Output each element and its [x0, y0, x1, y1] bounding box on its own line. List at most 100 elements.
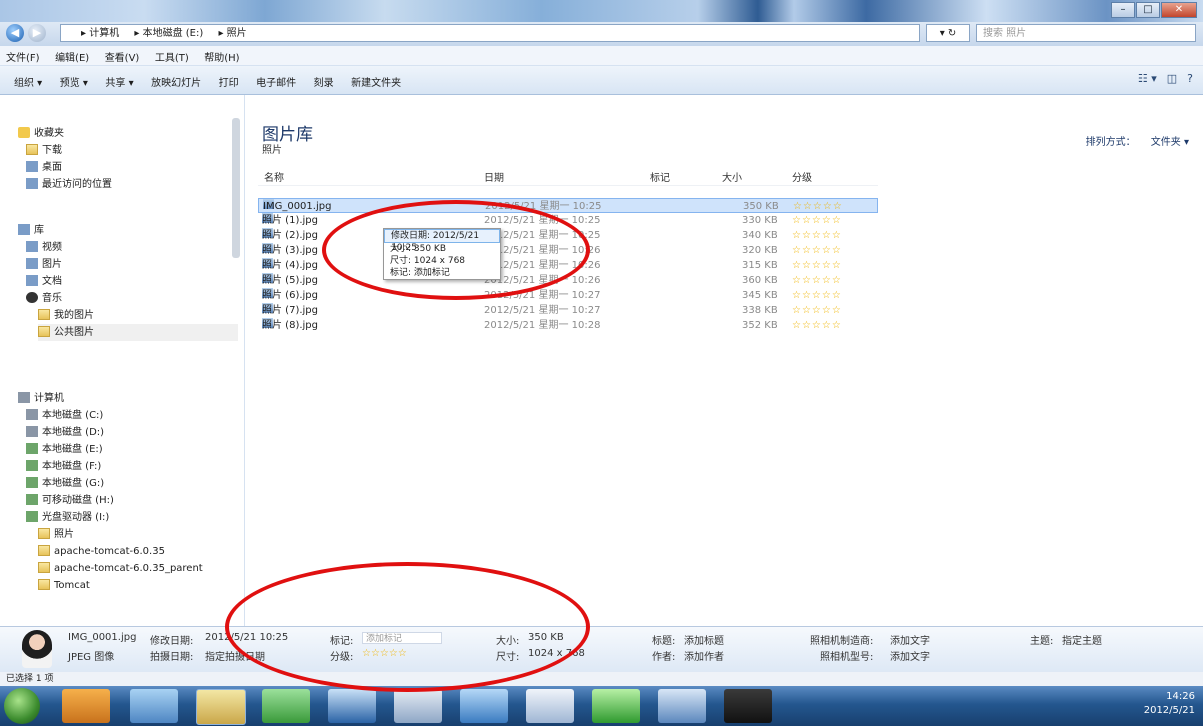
- taskbar-app-paint[interactable]: [526, 689, 574, 723]
- nav-libraries[interactable]: 库: [18, 222, 44, 239]
- file-name-text: IMG_0001.jpg: [263, 201, 332, 212]
- details-title-value[interactable]: 添加标题: [684, 632, 724, 647]
- system-tray[interactable]: 14:26 2012/5/21: [1144, 690, 1195, 718]
- help-icon[interactable]: ?: [1187, 72, 1193, 85]
- folder-icon: [38, 326, 50, 337]
- menu-tools[interactable]: 工具(T): [149, 46, 195, 64]
- taskbar-app-explorer[interactable]: [196, 689, 246, 725]
- organize-button[interactable]: 组织 ▾: [14, 74, 42, 89]
- file-rating[interactable]: ☆☆☆☆☆: [792, 303, 842, 318]
- file-rating[interactable]: ☆☆☆☆☆: [792, 213, 842, 228]
- back-icon[interactable]: ◀: [6, 24, 24, 42]
- file-rating[interactable]: ☆☆☆☆☆: [792, 273, 842, 288]
- taskbar-app-ie[interactable]: [62, 689, 110, 723]
- address-input[interactable]: ▸ 计算机 ▸ 本地磁盘 (E:) ▸ 照片: [60, 24, 920, 42]
- print-button[interactable]: 打印: [219, 74, 239, 89]
- menu-edit[interactable]: 编辑(E): [49, 46, 95, 64]
- file-date: 2012/5/21 星期一 10:27: [484, 305, 601, 316]
- taskbar-app-blue[interactable]: [328, 689, 376, 723]
- column-size[interactable]: 大小: [722, 169, 742, 184]
- file-size: 320 KB: [742, 245, 778, 256]
- nav-drive-d[interactable]: 本地磁盘 (D:): [26, 424, 104, 441]
- file-rating[interactable]: ☆☆☆☆☆: [793, 199, 843, 214]
- burn-button[interactable]: 刻录: [314, 74, 334, 89]
- taskbar-app-chat[interactable]: [592, 689, 640, 723]
- nav-drive-g[interactable]: 本地磁盘 (G:): [26, 475, 104, 492]
- column-name[interactable]: 名称: [264, 169, 284, 184]
- nav-pictures[interactable]: 图片: [26, 256, 62, 273]
- file-rating[interactable]: ☆☆☆☆☆: [792, 258, 842, 273]
- refresh-button[interactable]: ▾ ↻: [926, 24, 970, 42]
- nav-desktop[interactable]: 桌面: [26, 159, 62, 176]
- file-row[interactable]: 照片 (8).jpg 2012/5/21 星期一 10:28 352 KB ☆☆☆☆☆: [258, 318, 878, 333]
- nav-drive-e[interactable]: 本地磁盘 (E:): [26, 441, 103, 458]
- file-rating[interactable]: ☆☆☆☆☆: [792, 243, 842, 258]
- minimize-button[interactable]: –: [1111, 2, 1135, 18]
- details-filetype: JPEG 图像: [68, 652, 115, 663]
- menu-file[interactable]: 文件(F): [0, 46, 46, 64]
- nav-downloads[interactable]: 下载: [26, 142, 62, 159]
- details-camera-model-value[interactable]: 添加文字: [890, 648, 930, 663]
- nav-recent[interactable]: 最近访问的位置: [26, 176, 112, 193]
- nav-drive-h[interactable]: 可移动磁盘 (H:): [26, 492, 114, 509]
- drive-icon: [26, 494, 38, 505]
- file-row[interactable]: 照片 (7).jpg 2012/5/21 星期一 10:27 338 KB ☆☆☆☆☆: [258, 303, 878, 318]
- file-rating[interactable]: ☆☆☆☆☆: [792, 228, 842, 243]
- breadcrumb-computer[interactable]: ▸ 计算机: [81, 28, 119, 39]
- nav-folder-tomcat-parent[interactable]: apache-tomcat-6.0.35_parent: [38, 560, 203, 577]
- breadcrumb-folder[interactable]: ▸ 照片: [218, 28, 246, 39]
- folder-icon: [38, 545, 50, 556]
- view-options-icon[interactable]: ☷ ▾: [1138, 72, 1157, 85]
- column-headers: 名称 日期 标记 大小 分级: [258, 165, 878, 186]
- file-rating[interactable]: ☆☆☆☆☆: [792, 318, 842, 333]
- email-button[interactable]: 电子邮件: [256, 74, 296, 89]
- nav-public-pictures[interactable]: 公共图片: [38, 324, 238, 341]
- taskbar-app-penguin[interactable]: [724, 689, 772, 723]
- taskbar-app-green[interactable]: [262, 689, 310, 723]
- nav-documents[interactable]: 文档: [26, 273, 62, 290]
- file-rating[interactable]: ☆☆☆☆☆: [792, 288, 842, 303]
- file-size: 340 KB: [742, 230, 778, 241]
- details-subject-value[interactable]: 指定主题: [1062, 632, 1102, 647]
- arrange-dropdown[interactable]: 文件夹 ▾: [1151, 137, 1189, 148]
- details-author-value[interactable]: 添加作者: [684, 648, 724, 663]
- menu-view[interactable]: 查看(V): [99, 46, 146, 64]
- taskbar-app-doc[interactable]: [460, 689, 508, 723]
- nav-drive-c[interactable]: 本地磁盘 (C:): [26, 407, 103, 424]
- nav-label: 本地磁盘 (F:): [42, 461, 102, 472]
- nav-drive-f[interactable]: 本地磁盘 (F:): [26, 458, 101, 475]
- taskbar-app-media[interactable]: [130, 689, 178, 723]
- nav-videos[interactable]: 视频: [26, 239, 62, 256]
- forward-icon[interactable]: ▶: [28, 24, 46, 42]
- taskbar-app-window[interactable]: [394, 689, 442, 723]
- file-row[interactable]: IMG_0001.jpg 2012/5/21 星期一 10:25 350 KB ☆☆☆…: [258, 198, 878, 213]
- file-row[interactable]: 照片 (6).jpg 2012/5/21 星期一 10:27 345 KB ☆☆☆☆☆: [258, 288, 878, 303]
- nav-scrollbar[interactable]: [232, 118, 240, 258]
- maximize-button[interactable]: □: [1136, 2, 1160, 18]
- nav-my-pictures[interactable]: 我的图片: [38, 307, 94, 324]
- slideshow-button[interactable]: 放映幻灯片: [151, 74, 201, 89]
- breadcrumb-drive[interactable]: ▸ 本地磁盘 (E:): [134, 28, 203, 39]
- nav-drive-i[interactable]: 光盘驱动器 (I:): [26, 509, 109, 526]
- menu-help[interactable]: 帮助(H): [198, 46, 245, 64]
- preview-pane-icon[interactable]: ◫: [1167, 72, 1177, 85]
- nav-computer[interactable]: 计算机: [18, 390, 64, 407]
- nav-folder-photos[interactable]: 照片: [38, 526, 74, 543]
- new-folder-button[interactable]: 新建文件夹: [351, 74, 401, 89]
- column-rating[interactable]: 分级: [792, 169, 812, 184]
- nav-music[interactable]: 音乐: [26, 290, 62, 307]
- nav-folder-tomcat2[interactable]: Tomcat: [38, 577, 90, 594]
- column-date[interactable]: 日期: [484, 169, 504, 184]
- details-camera-value[interactable]: 添加文字: [890, 632, 930, 647]
- nav-label: 桌面: [42, 162, 62, 173]
- start-button[interactable]: [4, 688, 40, 724]
- preview-button[interactable]: 预览 ▾: [60, 74, 88, 89]
- column-tags[interactable]: 标记: [650, 169, 670, 184]
- share-button[interactable]: 共享 ▾: [105, 74, 133, 89]
- taskbar: 14:26 2012/5/21: [0, 686, 1203, 726]
- nav-favorites[interactable]: 收藏夹: [18, 125, 64, 142]
- search-input[interactable]: 搜索 照片: [976, 24, 1196, 42]
- taskbar-app-folder[interactable]: [658, 689, 706, 723]
- nav-folder-tomcat[interactable]: apache-tomcat-6.0.35: [38, 543, 165, 560]
- close-button[interactable]: ✕: [1161, 2, 1197, 18]
